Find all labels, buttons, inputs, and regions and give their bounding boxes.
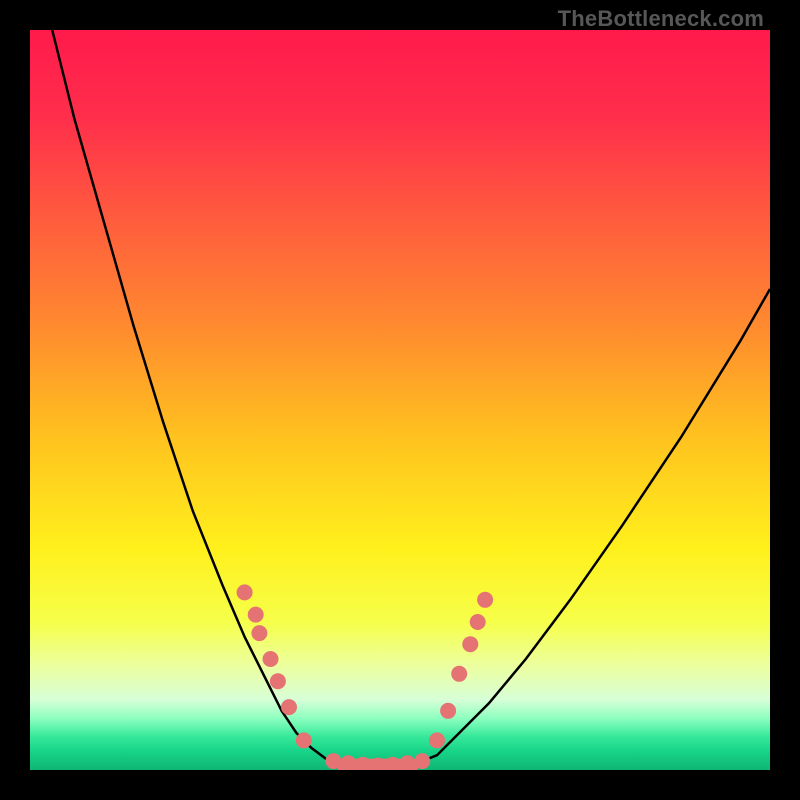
left-marker: [281, 699, 297, 715]
left-marker: [237, 584, 253, 600]
left-marker: [263, 651, 279, 667]
valley-marker: [414, 753, 430, 769]
curve-path: [52, 30, 770, 767]
left-marker: [270, 673, 286, 689]
right-marker: [451, 666, 467, 682]
valley-marker: [325, 753, 341, 769]
right-marker: [440, 703, 456, 719]
valley-marker: [340, 755, 356, 770]
plot-area: [30, 30, 770, 770]
right-marker: [462, 636, 478, 652]
right-marker: [470, 614, 486, 630]
right-marker: [429, 732, 445, 748]
valley-marker: [399, 755, 415, 770]
bottleneck-curve: [30, 30, 770, 770]
right-marker: [477, 592, 493, 608]
left-marker: [251, 625, 267, 641]
left-marker: [296, 732, 312, 748]
watermark-text: TheBottleneck.com: [558, 6, 764, 32]
left-marker: [248, 607, 264, 623]
chart-frame: TheBottleneck.com: [0, 0, 800, 800]
